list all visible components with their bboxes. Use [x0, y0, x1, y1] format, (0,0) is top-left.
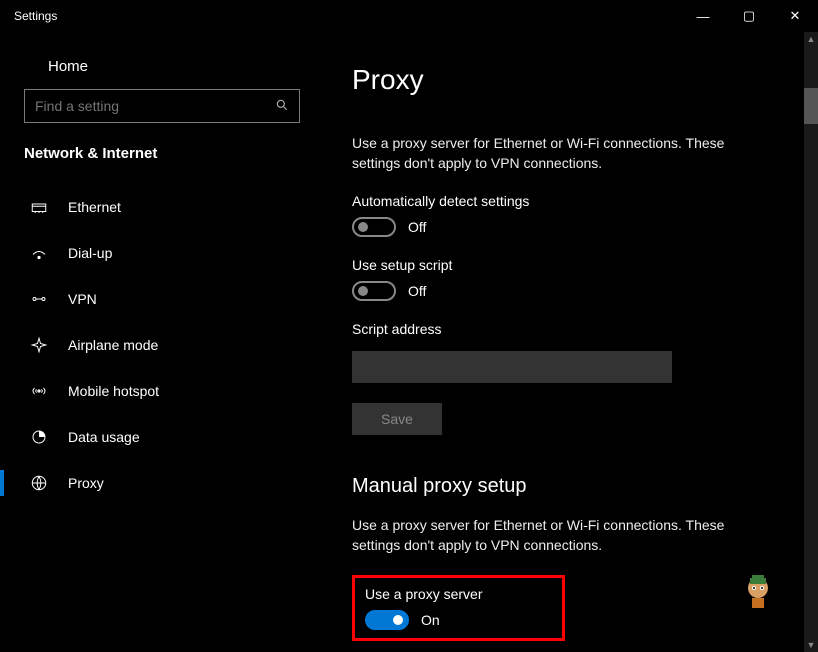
- manual-description: Use a proxy server for Ethernet or Wi-Fi…: [352, 516, 772, 555]
- sidebar-item-datausage[interactable]: Data usage: [0, 414, 322, 460]
- setup-script-state: Off: [408, 283, 426, 299]
- dialup-icon: [30, 244, 48, 262]
- minimize-button[interactable]: —: [680, 0, 726, 32]
- airplane-icon: [30, 336, 48, 354]
- window-controls: — ▢ ✕: [680, 0, 818, 32]
- sidebar-item-label: Mobile hotspot: [68, 383, 159, 399]
- sidebar-item-vpn[interactable]: VPN: [0, 276, 322, 322]
- sidebar-item-label: VPN: [68, 291, 97, 307]
- highlight-annotation: Use a proxy server On: [352, 575, 565, 641]
- close-button[interactable]: ✕: [772, 0, 818, 32]
- sidebar-item-label: Airplane mode: [68, 337, 158, 353]
- scroll-down-icon[interactable]: ▼: [804, 638, 818, 652]
- sidebar-item-label: Ethernet: [68, 199, 121, 215]
- setup-script-toggle[interactable]: [352, 281, 396, 301]
- scrollbar[interactable]: ▲ ▼: [804, 32, 818, 652]
- use-proxy-state: On: [421, 612, 440, 628]
- titlebar: Settings — ▢ ✕: [0, 0, 818, 32]
- search-box[interactable]: [24, 89, 300, 123]
- sidebar-nav: Ethernet Dial-up VPN Airplane mode Mobil…: [0, 184, 322, 506]
- sidebar-item-hotspot[interactable]: Mobile hotspot: [0, 368, 322, 414]
- script-address-label: Script address: [352, 321, 796, 337]
- sidebar-item-label: Proxy: [68, 475, 104, 491]
- auto-detect-toggle[interactable]: [352, 217, 396, 237]
- search-input[interactable]: [35, 98, 275, 114]
- sidebar-item-label: Dial-up: [68, 245, 112, 261]
- script-address-input[interactable]: [352, 351, 672, 383]
- sidebar: Home Network & Internet Ethernet Dial-up: [0, 32, 322, 652]
- sidebar-item-proxy[interactable]: Proxy: [0, 460, 322, 506]
- maximize-button[interactable]: ▢: [726, 0, 772, 32]
- save-button[interactable]: Save: [352, 403, 442, 435]
- home-link[interactable]: Home: [0, 48, 322, 89]
- datausage-icon: [30, 428, 48, 446]
- scroll-thumb[interactable]: [804, 88, 818, 124]
- scroll-up-icon[interactable]: ▲: [804, 32, 818, 46]
- vpn-icon: [30, 290, 48, 308]
- ethernet-icon: [30, 198, 48, 216]
- hotspot-icon: [30, 382, 48, 400]
- main-content: ▲ ▼ Proxy Use a proxy server for Etherne…: [322, 32, 818, 652]
- avatar: [738, 572, 778, 612]
- page-title: Proxy: [352, 64, 796, 96]
- proxy-description: Use a proxy server for Ethernet or Wi-Fi…: [352, 134, 772, 173]
- auto-detect-state: Off: [408, 219, 426, 235]
- window-title: Settings: [14, 9, 57, 23]
- search-icon: [275, 98, 289, 115]
- home-label: Home: [48, 58, 88, 75]
- sidebar-item-ethernet[interactable]: Ethernet: [0, 184, 322, 230]
- use-proxy-toggle[interactable]: [365, 610, 409, 630]
- auto-detect-label: Automatically detect settings: [352, 193, 796, 209]
- sidebar-item-label: Data usage: [68, 429, 140, 445]
- use-proxy-label: Use a proxy server: [365, 586, 482, 602]
- sidebar-item-airplane[interactable]: Airplane mode: [0, 322, 322, 368]
- proxy-icon: [30, 474, 48, 492]
- setup-script-label: Use setup script: [352, 257, 796, 273]
- sidebar-item-dialup[interactable]: Dial-up: [0, 230, 322, 276]
- manual-setup-title: Manual proxy setup: [352, 475, 796, 498]
- sidebar-section-title: Network & Internet: [0, 145, 322, 184]
